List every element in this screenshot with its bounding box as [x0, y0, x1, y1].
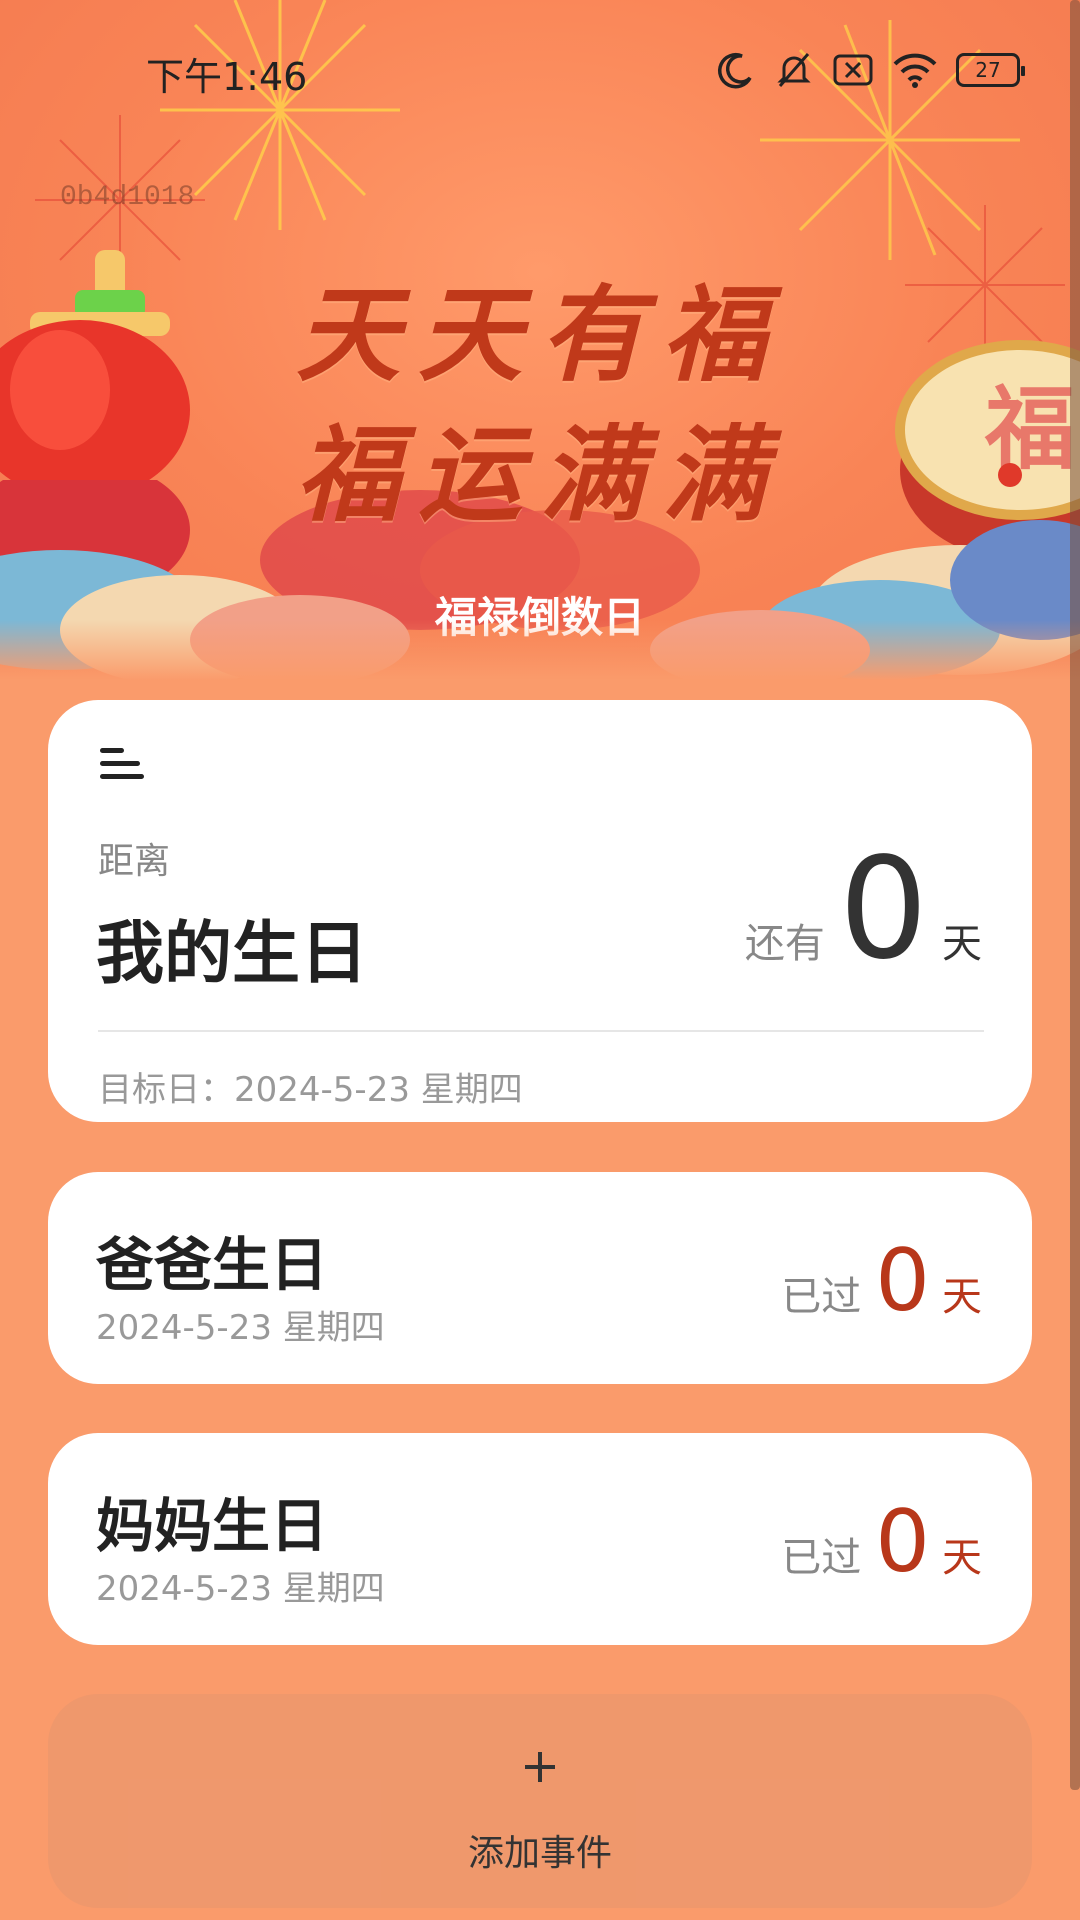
event-days: 0 — [875, 1231, 930, 1331]
calligraphy-line-2: 福运满满 — [295, 413, 784, 536]
battery-icon: 27 — [956, 53, 1025, 87]
event-name: 爸爸生日 — [96, 1231, 329, 1299]
battery-level: 27 — [975, 58, 1001, 82]
debug-id-label: 0b4d1018 — [60, 182, 195, 213]
event-days: 0 — [875, 1492, 930, 1592]
add-event-label: 添加事件 — [467, 1833, 612, 1874]
event-prefix: 已过 — [781, 1535, 862, 1581]
scrollbar[interactable] — [1070, 0, 1080, 1790]
divider — [98, 1030, 984, 1032]
countdown-prefix: 还有 — [744, 921, 825, 967]
bell-off-icon — [774, 50, 814, 90]
main-countdown: 还有 0 天 — [745, 840, 982, 980]
event-card[interactable]: 妈妈生日 2024-5-23 星期四 已过 0 天 — [48, 1433, 1032, 1645]
main-event-title: 我的生日 — [96, 915, 369, 994]
event-name: 妈妈生日 — [96, 1492, 329, 1560]
sim-x-icon — [832, 50, 874, 90]
calligraphy-line-1: 天天有福 — [295, 273, 784, 396]
event-date: 2024-5-23 星期四 — [96, 1569, 385, 1609]
moon-icon — [716, 50, 756, 90]
countdown-unit: 天 — [942, 921, 982, 967]
status-time: 下午1:46 — [146, 55, 308, 99]
countdown-days: 0 — [838, 828, 928, 991]
event-unit: 天 — [942, 1274, 982, 1320]
distance-label: 距离 — [98, 841, 171, 882]
event-unit: 天 — [942, 1535, 982, 1581]
add-event-button[interactable]: 添加事件 — [48, 1694, 1032, 1908]
event-countdown: 已过 0 天 — [781, 1238, 982, 1324]
event-prefix: 已过 — [781, 1274, 862, 1320]
wifi-icon — [892, 50, 938, 90]
main-event-card[interactable]: 距离 我的生日 还有 0 天 目标日：2024-5-23 星期四 — [48, 700, 1032, 1122]
plus-icon — [48, 1750, 1032, 1788]
target-date: 目标日：2024-5-23 星期四 — [98, 1070, 523, 1110]
event-date: 2024-5-23 星期四 — [96, 1308, 385, 1348]
header-banner: 福 天天有福 福运满满 0b4d1018 福禄倒数日 下午1:46 27 — [0, 0, 1080, 680]
status-bar: 下午1:46 27 — [0, 0, 1080, 140]
header-fade — [0, 620, 1080, 680]
menu-icon[interactable] — [100, 744, 146, 788]
event-card[interactable]: 爸爸生日 2024-5-23 星期四 已过 0 天 — [48, 1172, 1032, 1384]
event-countdown: 已过 0 天 — [781, 1499, 982, 1585]
